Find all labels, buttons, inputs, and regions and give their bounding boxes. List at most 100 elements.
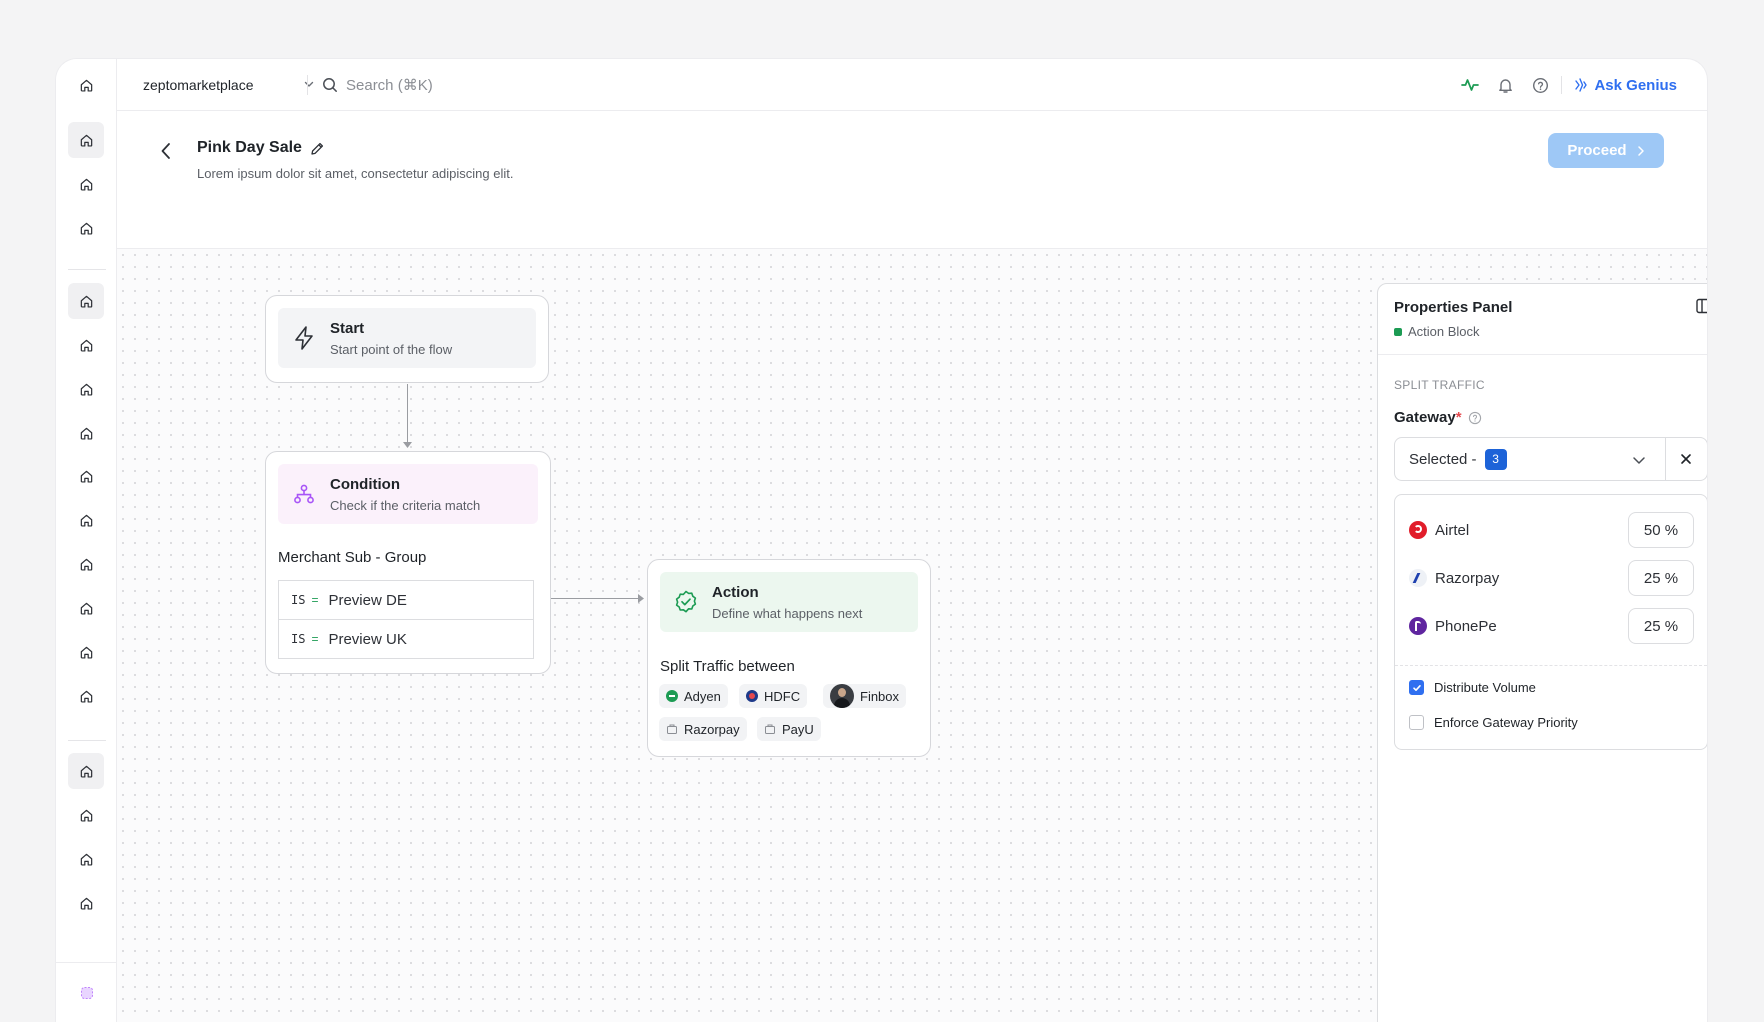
section-heading: SPLIT TRAFFIC [1394,378,1485,392]
gateway-row-phonepe: PhonePe 25 % [1409,608,1694,644]
activity-icon[interactable] [1461,76,1480,94]
arrowhead-icon [403,442,412,448]
razorpay-logo-icon [1409,569,1427,587]
properties-panel: Properties Panel Action Block SPLIT TRAF… [1377,283,1708,1022]
edit-pencil-icon[interactable] [310,141,325,156]
bell-icon[interactable] [1497,77,1514,94]
enforce-priority-checkbox[interactable]: Enforce Gateway Priority [1409,715,1578,730]
checkbox-label: Enforce Gateway Priority [1434,715,1578,730]
chevron-down-icon [304,81,314,87]
sparkle-icon [1575,78,1588,92]
hdfc-logo-icon [746,690,758,702]
percent-input[interactable]: 50 % [1628,512,1694,548]
gateway-name: Airtel [1435,521,1470,539]
required-marker: * [1455,409,1462,426]
percent-input[interactable]: 25 % [1628,608,1694,644]
bolt-icon [295,326,313,350]
sidebar [56,59,117,1022]
sidebar-item[interactable] [68,67,104,103]
gateway-chip-finbox[interactable]: Finbox [823,684,907,708]
gateway-row-razorpay: Razorpay 25 % [1409,560,1694,596]
sidebar-item[interactable] [68,885,104,921]
sidebar-item[interactable] [68,841,104,877]
verified-badge-icon [675,590,697,613]
sidebar-item[interactable] [68,590,104,626]
phonepe-logo-icon [1409,617,1427,635]
home-icon [80,690,92,703]
condition-node[interactable]: Condition Check if the criteria match Me… [265,451,551,674]
selected-count-badge: 3 [1484,448,1507,470]
help-icon[interactable] [1532,77,1549,94]
info-icon[interactable] [1468,411,1482,425]
sidebar-item[interactable] [68,753,104,789]
condition-row[interactable]: IS = Preview DE [278,580,534,620]
checkbox-checked[interactable] [1409,680,1424,695]
condition-value: Preview DE [328,591,407,609]
ask-genius-button[interactable]: Ask Genius [1574,77,1677,94]
condition-operator: IS [291,632,306,646]
connector-condition-action [539,598,641,599]
panel-title: Properties Panel [1394,299,1513,316]
gateway-chip-razorpay[interactable]: Razorpay [659,717,747,741]
sidebar-item[interactable] [68,634,104,670]
app-logo-icon[interactable] [80,986,94,1000]
sidebar-item[interactable] [68,283,104,319]
sidebar-item[interactable] [68,327,104,363]
gateway-split-list: Airtel 50 % Razorpay 25 % PhonePe 25 % D… [1394,494,1707,750]
divider [1665,438,1666,480]
page-header: Pink Day Sale Lorem ipsum dolor sit amet… [117,111,1707,249]
condition-node-title: Condition [330,475,400,493]
flow-canvas[interactable]: Start Start point of the flow Condition … [117,249,1707,1022]
distribute-volume-checkbox[interactable]: Distribute Volume [1409,680,1536,695]
search-placeholder: Search (⌘K) [346,77,433,94]
gateway-chip-adyen[interactable]: Adyen [659,684,728,708]
gateway-row-airtel: Airtel 50 % [1409,512,1694,548]
sidebar-item[interactable] [68,458,104,494]
home-icon [80,134,92,147]
block-type: Action Block [1394,324,1480,339]
sidebar-item[interactable] [68,210,104,246]
back-arrow-icon[interactable] [159,141,173,161]
chip-label: Adyen [684,688,721,704]
start-node[interactable]: Start Start point of the flow [265,295,549,383]
connector-start-condition [407,384,408,447]
action-node-subtitle: Define what happens next [712,605,863,621]
proceed-button[interactable]: Proceed [1548,133,1664,168]
gateway-chip-payu[interactable]: PayU [757,717,821,741]
sidebar-item[interactable] [68,678,104,714]
sidebar-item[interactable] [68,797,104,833]
status-dot [1394,327,1402,336]
start-node-header: Start Start point of the flow [278,308,536,368]
workspace-switcher[interactable]: zeptomarketplace [143,59,314,111]
arrowhead-icon [638,594,644,603]
clear-icon[interactable] [1678,451,1694,467]
gateway-name: Razorpay [1435,569,1500,587]
divider [1378,354,1707,355]
sidebar-footer [56,962,117,1022]
condition-equals: = [311,593,319,607]
checkbox-unchecked[interactable] [1409,715,1424,730]
action-node-header: Action Define what happens next [660,572,918,632]
chevron-right-icon [1637,145,1644,156]
sidebar-item[interactable] [68,415,104,451]
airtel-logo-icon [1409,521,1427,539]
divider [1561,76,1563,94]
gateway-chip-hdfc[interactable]: HDFC [739,684,808,708]
panel-toggle-icon[interactable] [1696,298,1708,314]
home-icon [80,514,92,527]
action-node[interactable]: Action Define what happens next Split Tr… [647,559,931,757]
divider [307,75,308,95]
sidebar-item[interactable] [68,122,104,158]
gateway-label: Gateway [1394,409,1456,426]
condition-row[interactable]: IS = Preview UK [278,619,534,659]
sidebar-item[interactable] [68,371,104,407]
sidebar-item[interactable] [68,166,104,202]
sidebar-item[interactable] [68,502,104,538]
percent-input[interactable]: 25 % [1628,560,1694,596]
sidebar-item[interactable] [68,546,104,582]
page-title: Pink Day Sale [197,139,302,156]
gateway-select[interactable]: Selected - 3 [1394,437,1707,481]
ask-genius-label: Ask Genius [1594,76,1677,94]
chip-label: HDFC [764,688,801,704]
search-input[interactable]: Search (⌘K) [322,59,433,111]
